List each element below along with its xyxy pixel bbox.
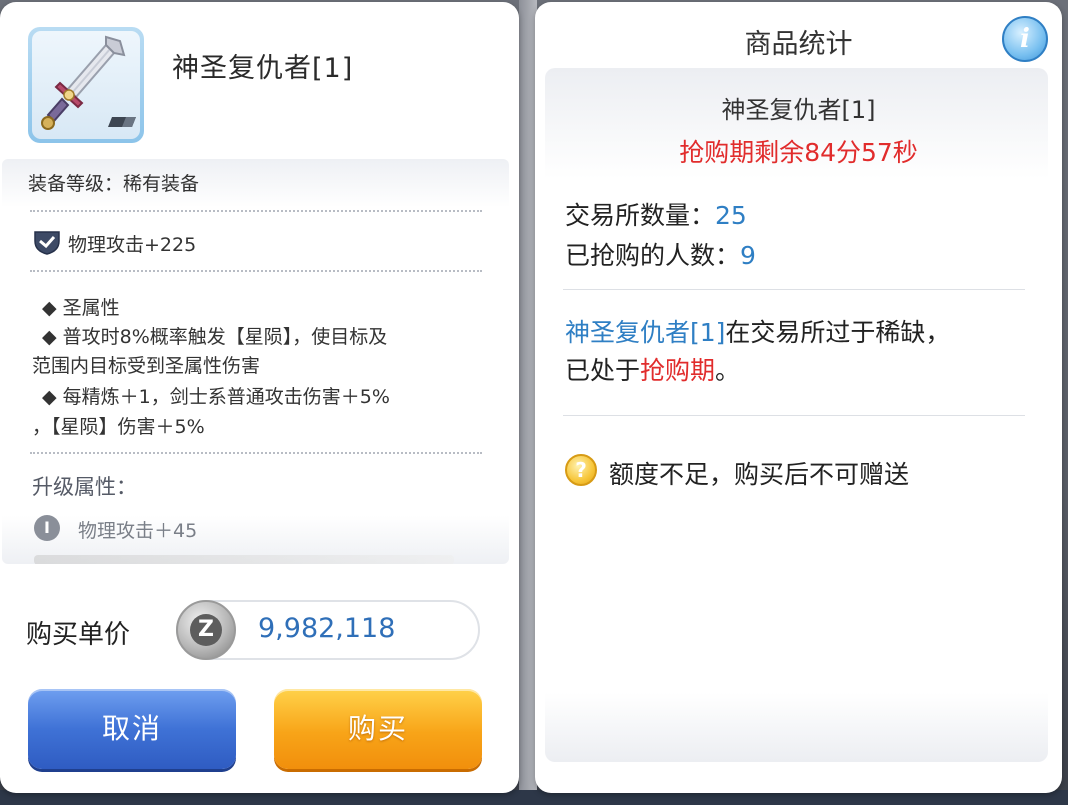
upgrade-next-line-faded: [34, 555, 454, 564]
bought-count-row: 已抢购的人数：9: [565, 236, 756, 272]
exchange-count-value: 25: [715, 201, 747, 230]
bought-count-value: 9: [740, 241, 756, 270]
upgrade-level-icon: I: [34, 515, 60, 541]
scarce-prefix-text: 已处于: [565, 356, 641, 385]
dotted-divider: [30, 210, 482, 212]
bought-count-label: 已抢购的人数：: [565, 241, 741, 270]
stats-panel: 商品统计 i 神圣复仇者[1] 抢购期剩余84分57秒 交易所数量：25 已抢购…: [535, 2, 1062, 793]
question-icon[interactable]: ?: [565, 454, 597, 486]
divider: [563, 289, 1025, 290]
sword-icon: [32, 31, 140, 139]
rush-period-text: 抢购期: [640, 356, 716, 385]
item-icon-frame[interactable]: [28, 27, 144, 143]
scarcity-notice: 神圣复仇者[1]在交易所过于稀缺， 已处于抢购期。: [565, 314, 1035, 390]
upgrade-attack: 物理攻击＋45: [78, 520, 198, 542]
dotted-divider: [30, 452, 482, 454]
item-details-box: 装备等级：稀有装备 物理攻击+225 ◆ 圣属性 ◆ 普攻时8%概率触发【星陨】…: [2, 159, 509, 564]
quota-warning: 额度不足，购买后不可赠送: [609, 460, 910, 489]
effect-line: ◆ 普攻时8%概率触发【星陨】，使目标及: [42, 326, 388, 348]
stats-item-name: 神圣复仇者[1]: [721, 96, 876, 124]
effect-line: 范围内目标受到圣属性伤害: [32, 355, 261, 377]
physical-attack: 物理攻击+225: [68, 234, 197, 256]
item-name: 神圣复仇者[1]: [172, 53, 354, 84]
effect-line: ◆ 每精炼＋1，剑士系普通攻击伤害＋5%: [42, 386, 390, 408]
exchange-count-row: 交易所数量：25: [565, 196, 747, 232]
buy-button[interactable]: 购买: [274, 689, 482, 769]
equipment-grade: 装备等级：稀有装备: [28, 173, 200, 195]
upgrade-title: 升级属性：: [32, 475, 137, 499]
dotted-divider: [30, 270, 482, 272]
zeny-coin-icon: Z: [176, 600, 236, 660]
effect-line: ，【星陨】伤害＋5%: [32, 416, 205, 438]
shield-icon: [34, 231, 60, 255]
exchange-count-label: 交易所数量：: [565, 201, 716, 230]
scarce-end-text: 。: [715, 356, 741, 385]
cancel-button[interactable]: 取消: [28, 689, 236, 769]
purchase-panel: 神圣复仇者[1] 装备等级：稀有装备 物理攻击+225 ◆ 圣属性 ◆ 普攻时8…: [0, 2, 519, 793]
scarce-item-name: 神圣复仇者[1]: [565, 318, 726, 347]
info-icon[interactable]: i: [1002, 16, 1048, 62]
stats-title: 商品统计: [744, 29, 853, 60]
rush-timer: 抢购期剩余84分57秒: [679, 138, 918, 167]
scarce-mid-text: 在交易所过于稀缺，: [725, 318, 951, 347]
divider: [563, 415, 1025, 416]
price-label: 购买单价: [26, 620, 131, 650]
effect-line: ◆ 圣属性: [42, 297, 120, 319]
price-value: 9,982,118: [258, 613, 396, 644]
